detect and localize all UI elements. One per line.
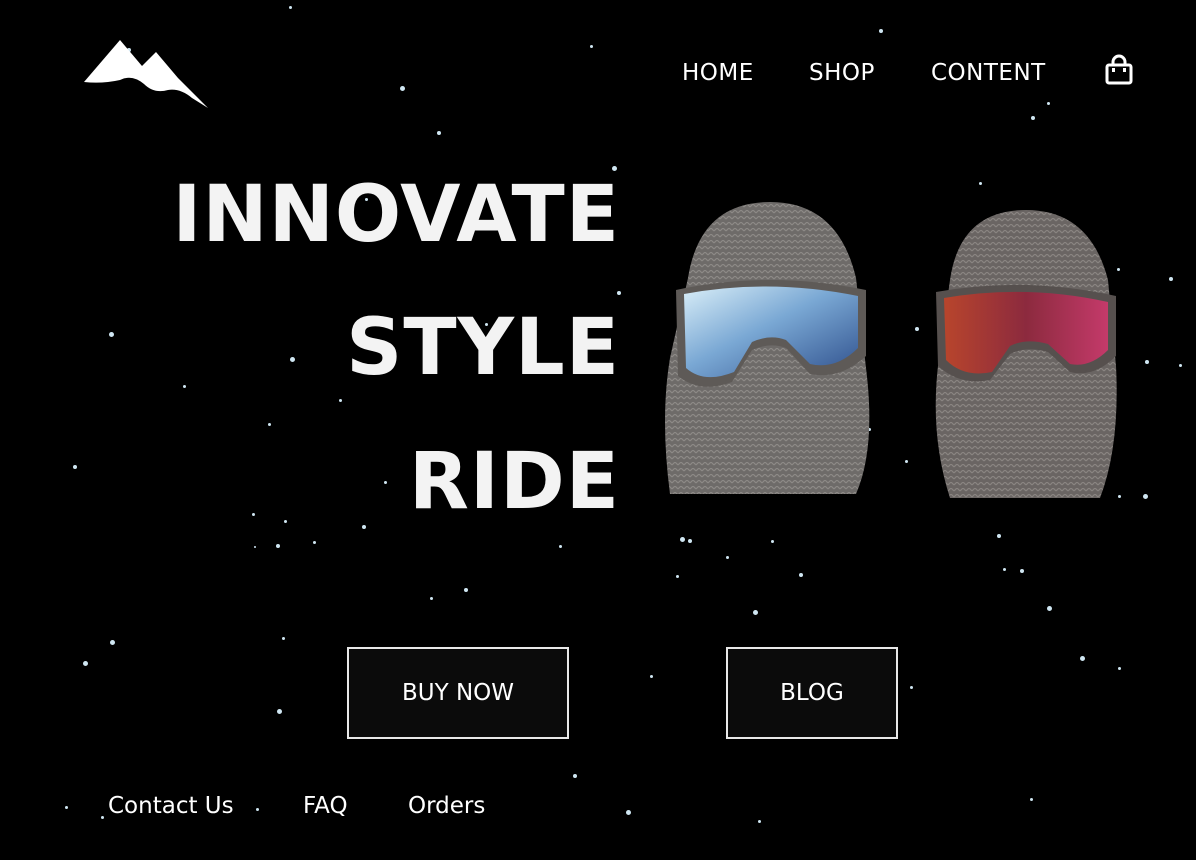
snow-particle <box>910 686 913 689</box>
snow-particle <box>268 423 271 426</box>
snow-particle <box>1179 364 1182 367</box>
blog-button[interactable]: BLOG <box>726 647 898 739</box>
snow-particle <box>559 545 562 548</box>
hero-title-line-3: RIDE <box>408 437 620 527</box>
snow-particle <box>430 597 433 600</box>
snow-particle <box>289 6 292 9</box>
footer-orders-link[interactable]: Orders <box>408 793 485 819</box>
nav-shop-link[interactable]: SHOP <box>809 60 875 86</box>
snow-particle <box>464 588 468 592</box>
snow-particle <box>254 546 256 548</box>
snow-particle <box>110 640 115 645</box>
snow-particle <box>590 45 593 48</box>
snow-particle <box>1030 798 1033 801</box>
shopping-bag-icon[interactable] <box>1103 54 1135 86</box>
hero-title-line-1: INNOVATE <box>172 170 620 260</box>
snow-particle <box>437 131 441 135</box>
snow-particle <box>758 820 761 823</box>
snow-particle <box>362 525 366 529</box>
snow-particle <box>252 513 255 516</box>
snow-particle <box>1080 656 1085 661</box>
snow-particle <box>276 544 280 548</box>
snow-particle <box>879 29 883 33</box>
footer-contact-us-link[interactable]: Contact Us <box>108 793 234 819</box>
balaclava-blue-goggles-image[interactable] <box>660 198 880 498</box>
nav-content-link[interactable]: CONTENT <box>931 60 1046 86</box>
snow-particle <box>183 385 186 388</box>
snow-particle <box>617 291 621 295</box>
hero-title-line-2: STYLE <box>346 303 620 393</box>
snow-particle <box>1031 116 1035 120</box>
snow-particle <box>680 537 685 542</box>
snow-particle <box>676 575 679 578</box>
snow-particle <box>573 774 577 778</box>
buy-now-button[interactable]: BUY NOW <box>347 647 569 739</box>
snow-particle <box>688 539 692 543</box>
snow-particle <box>65 806 68 809</box>
snow-particle <box>1145 360 1149 364</box>
snow-particle <box>101 816 104 819</box>
snow-particle <box>284 520 287 523</box>
nav-home-link[interactable]: HOME <box>682 60 754 86</box>
snow-particle <box>1047 102 1050 105</box>
snow-particle <box>256 808 259 811</box>
snow-particle <box>915 327 919 331</box>
snow-particle <box>384 481 387 484</box>
snow-particle <box>83 661 88 666</box>
snow-particle <box>1143 494 1148 499</box>
snow-particle <box>753 610 758 615</box>
snow-particle <box>290 357 295 362</box>
snow-particle <box>650 675 653 678</box>
snow-particle <box>1003 568 1006 571</box>
snow-particle <box>979 182 982 185</box>
snow-particle <box>1047 606 1052 611</box>
snow-particle <box>1020 569 1024 573</box>
snow-particle <box>1169 277 1173 281</box>
balaclava-red-goggles-image[interactable] <box>930 206 1120 502</box>
snow-particle <box>282 637 285 640</box>
snow-particle <box>1118 667 1121 670</box>
snow-particle <box>626 810 631 815</box>
snow-particle <box>73 465 77 469</box>
snow-particle <box>109 332 114 337</box>
footer-faq-link[interactable]: FAQ <box>303 793 348 819</box>
snow-particle <box>339 399 342 402</box>
snow-particle <box>400 86 405 91</box>
snow-particle <box>277 709 282 714</box>
snow-particle <box>726 556 729 559</box>
snow-particle <box>771 540 774 543</box>
mountain-logo-icon[interactable] <box>82 38 210 110</box>
snow-particle <box>997 534 1001 538</box>
snow-particle <box>905 460 908 463</box>
snow-particle <box>313 541 316 544</box>
snow-particle <box>799 573 803 577</box>
